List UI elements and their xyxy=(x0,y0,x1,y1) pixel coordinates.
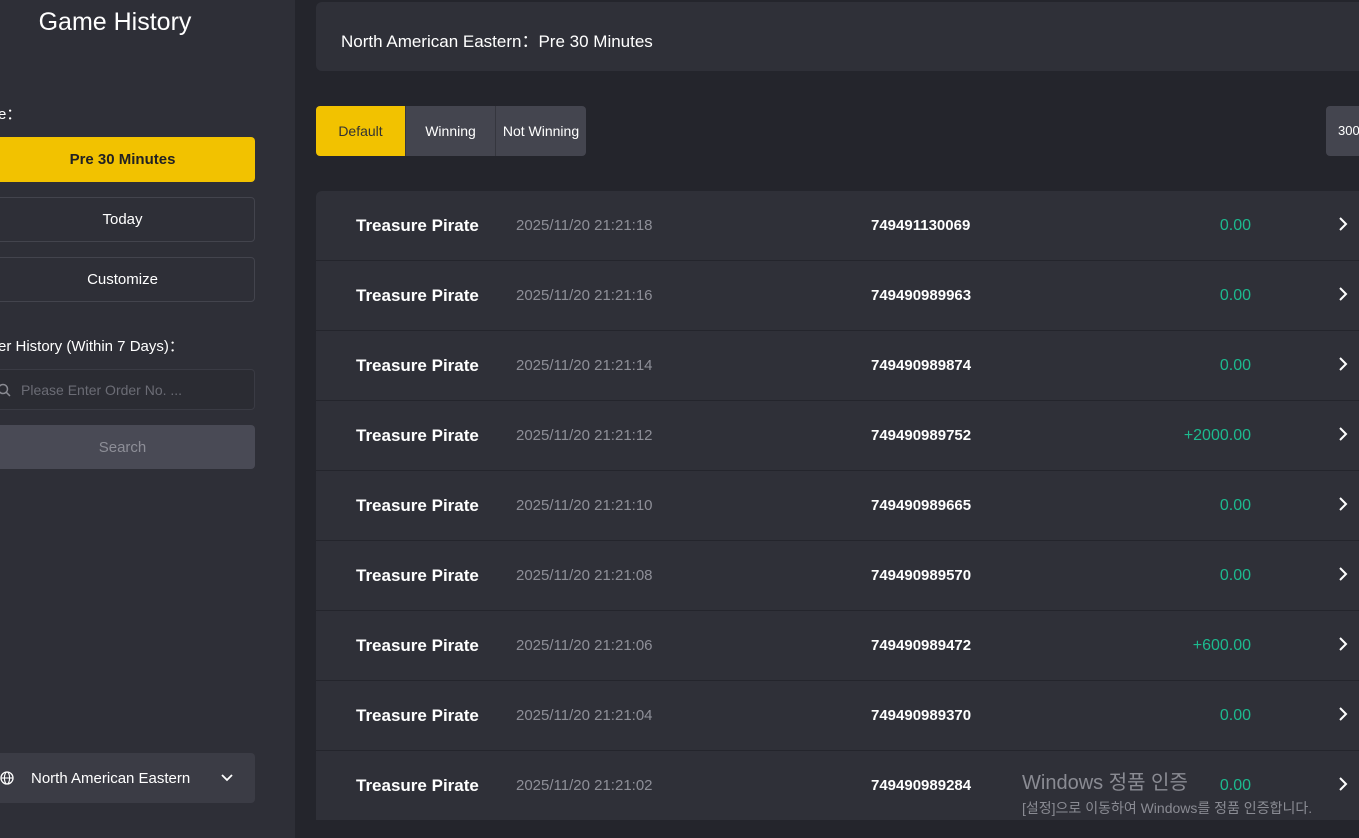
order-number: 749490989370 xyxy=(871,707,972,724)
result-filter-tabs: Default Winning Not Winning xyxy=(316,106,586,156)
game-name: Treasure Pirate xyxy=(356,636,479,655)
search-button[interactable]: Search xyxy=(0,425,255,469)
sidebar: Game History e： Pre 30 Minutes Today Cus… xyxy=(0,0,295,838)
today-button[interactable]: Today xyxy=(0,197,255,242)
bet-time: 2025/11/20 21:21:10 xyxy=(516,497,653,514)
bet-time: 2025/11/20 21:21:04 xyxy=(516,707,653,724)
tab-default[interactable]: Default xyxy=(316,106,406,156)
game-name: Treasure Pirate xyxy=(356,496,479,515)
page-size-select[interactable]: 300 xyxy=(1326,106,1359,156)
record-row[interactable]: Treasure Pirate 2025/11/20 21:21:06 749490… xyxy=(316,611,1359,681)
win-amount: +2000.00 xyxy=(1183,427,1251,444)
game-name: Treasure Pirate xyxy=(356,776,479,795)
filter-summary-text: North American Eastern：Pre 30 Minutes xyxy=(341,32,653,51)
page-title: Game History xyxy=(38,8,192,36)
order-history-label: er History (Within 7 Days)： xyxy=(0,338,184,355)
order-number-input[interactable] xyxy=(19,380,243,399)
game-name: Treasure Pirate xyxy=(356,426,479,445)
order-number: 749490989752 xyxy=(871,427,972,444)
game-name: Treasure Pirate xyxy=(356,216,479,235)
bet-time: 2025/11/20 21:21:18 xyxy=(516,217,653,234)
record-row[interactable]: Treasure Pirate 2025/11/20 21:21:16 749490… xyxy=(316,261,1359,331)
game-name: Treasure Pirate xyxy=(356,286,479,305)
record-row[interactable]: Treasure Pirate 2025/11/20 21:21:08 749490… xyxy=(316,541,1359,611)
order-number: 749490989284 xyxy=(871,777,972,794)
search-icon xyxy=(0,383,11,397)
win-amount: 0.00 xyxy=(1219,777,1251,794)
time-range-label: e： xyxy=(0,106,22,123)
win-amount: 0.00 xyxy=(1219,567,1251,584)
globe-icon xyxy=(0,771,14,785)
game-name: Treasure Pirate xyxy=(356,566,479,585)
chevron-right-icon[interactable] xyxy=(1338,496,1348,512)
win-amount: +600.00 xyxy=(1192,637,1251,654)
win-amount: 0.00 xyxy=(1219,707,1251,724)
win-amount: 0.00 xyxy=(1219,217,1251,234)
record-row[interactable]: Treasure Pirate 2025/11/20 21:21:04 749490… xyxy=(316,681,1359,751)
chevron-right-icon[interactable] xyxy=(1338,776,1348,792)
order-number: 749490989874 xyxy=(871,357,972,374)
chevron-right-icon[interactable] xyxy=(1338,566,1348,582)
pre-30-minutes-button[interactable]: Pre 30 Minutes xyxy=(0,137,255,182)
filter-summary-bar: North American Eastern：Pre 30 Minutes xyxy=(316,2,1359,71)
chevron-down-icon xyxy=(221,774,233,782)
order-number: 749490989963 xyxy=(871,287,972,304)
win-amount: 0.00 xyxy=(1219,287,1251,304)
tab-winning[interactable]: Winning xyxy=(406,106,496,156)
bet-time: 2025/11/20 21:21:02 xyxy=(516,777,653,794)
game-name: Treasure Pirate xyxy=(356,356,479,375)
win-amount: 0.00 xyxy=(1219,497,1251,514)
record-row[interactable]: Treasure Pirate 2025/11/20 21:21:18 749491… xyxy=(316,191,1359,261)
bet-time: 2025/11/20 21:21:16 xyxy=(516,287,653,304)
record-row[interactable]: Treasure Pirate 2025/11/20 21:21:12 749490… xyxy=(316,401,1359,471)
game-record-list: Treasure Pirate 2025/11/20 21:21:18 749491… xyxy=(316,191,1359,821)
chevron-right-icon[interactable] xyxy=(1338,636,1348,652)
chevron-right-icon[interactable] xyxy=(1338,216,1348,232)
record-row[interactable]: Treasure Pirate 2025/11/20 21:21:02 749490… xyxy=(316,751,1359,821)
bet-time: 2025/11/20 21:21:12 xyxy=(516,427,653,444)
bet-time: 2025/11/20 21:21:08 xyxy=(516,567,653,584)
order-search-field[interactable] xyxy=(0,369,255,410)
chevron-right-icon[interactable] xyxy=(1338,426,1348,442)
win-amount: 0.00 xyxy=(1219,357,1251,374)
order-number: 749490989472 xyxy=(871,637,972,654)
bet-time: 2025/11/20 21:21:14 xyxy=(516,357,653,374)
tab-not-winning[interactable]: Not Winning xyxy=(496,106,586,156)
game-name: Treasure Pirate xyxy=(356,706,479,725)
record-row[interactable]: Treasure Pirate 2025/11/20 21:21:14 749490… xyxy=(316,331,1359,401)
chevron-right-icon[interactable] xyxy=(1338,706,1348,722)
order-number: 749490989665 xyxy=(871,497,972,514)
bet-time: 2025/11/20 21:21:06 xyxy=(516,637,653,654)
record-row[interactable]: Treasure Pirate 2025/11/20 21:21:10 749490… xyxy=(316,471,1359,541)
order-number: 749491130069 xyxy=(871,217,971,234)
chevron-right-icon[interactable] xyxy=(1338,286,1348,302)
timezone-select[interactable]: North American Eastern xyxy=(0,753,255,803)
chevron-right-icon[interactable] xyxy=(1338,356,1348,372)
customize-button[interactable]: Customize xyxy=(0,257,255,302)
timezone-label: North American Eastern xyxy=(31,769,191,787)
order-number: 749490989570 xyxy=(871,567,972,584)
